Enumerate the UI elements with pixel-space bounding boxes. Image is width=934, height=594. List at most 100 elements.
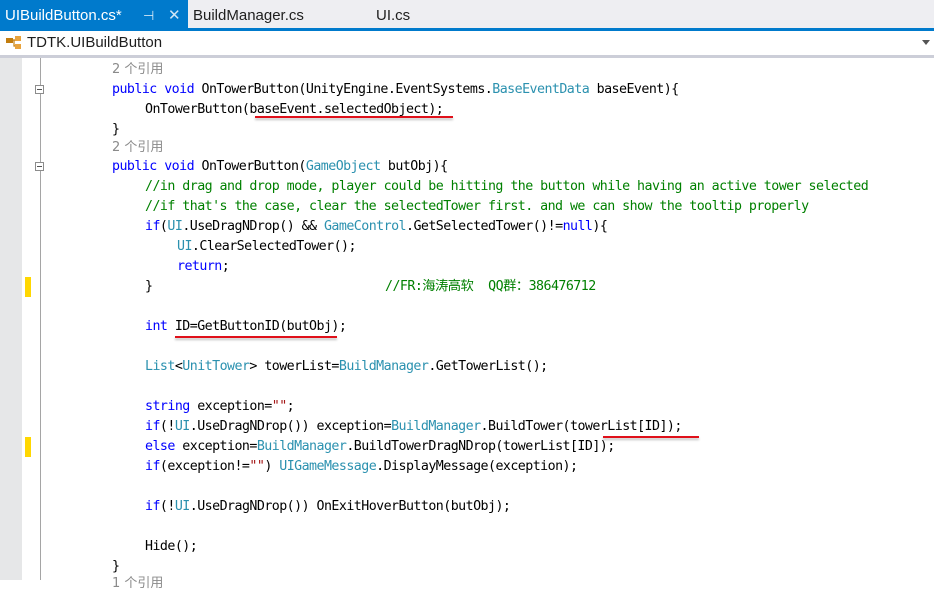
keyword: return bbox=[177, 259, 222, 274]
code-text: ) bbox=[264, 459, 280, 474]
code-text: } bbox=[145, 279, 153, 294]
annotation-underline bbox=[175, 336, 337, 338]
code-text: OnTowerButton( bbox=[194, 159, 306, 174]
keyword: if bbox=[145, 499, 160, 514]
code-text: (! bbox=[159, 499, 175, 514]
document-tab-bar: UIBuildButton.cs* ⊣ ✕ BuildManager.cs UI… bbox=[0, 0, 934, 29]
code-text: exception= bbox=[174, 439, 257, 454]
code-text: > towerList= bbox=[249, 359, 339, 374]
code-text: .UseDragNDrop()) OnExitHoverButton(butOb… bbox=[189, 499, 511, 514]
type-name: BuildManager bbox=[256, 439, 347, 454]
code-text: ; bbox=[286, 399, 295, 414]
tab-uibuildbutton[interactable]: UIBuildButton.cs* ⊣ ✕ bbox=[0, 0, 188, 28]
code-text: ; bbox=[338, 319, 347, 334]
type-name: UnitTower bbox=[182, 359, 250, 374]
keyword: if bbox=[145, 219, 160, 234]
outlining-guide bbox=[40, 58, 41, 580]
keyword: string bbox=[145, 399, 190, 414]
type-name: UI bbox=[177, 239, 192, 254]
code-text: exception= bbox=[189, 399, 272, 414]
code-lens[interactable]: 1 个引用 bbox=[112, 574, 163, 594]
code-text: ); bbox=[428, 102, 444, 117]
code-line: if(exception!="") UIGameMessage.DisplayM… bbox=[145, 457, 578, 477]
code-text: OnTowerButton( bbox=[145, 102, 250, 117]
keyword: public bbox=[112, 82, 157, 97]
code-line: if(!UI.UseDragNDrop()) OnExitHoverButton… bbox=[145, 497, 511, 517]
code-text: ){ bbox=[592, 219, 608, 234]
code-line: return; bbox=[177, 257, 230, 277]
reference-count: 1 个引用 bbox=[112, 576, 164, 591]
collapse-icon[interactable] bbox=[35, 162, 44, 171]
chevron-down-icon[interactable] bbox=[922, 40, 930, 45]
unsaved-change-marker bbox=[25, 437, 31, 457]
code-text: (! bbox=[159, 419, 175, 434]
keyword: if bbox=[145, 419, 160, 434]
reference-count: 2 个引用 bbox=[112, 140, 164, 155]
code-line: UI.ClearSelectedTower(); bbox=[177, 237, 357, 257]
tab-ui[interactable]: UI.cs bbox=[376, 0, 410, 28]
comment-line: //if that's the case, clear the selected… bbox=[145, 199, 809, 214]
type-name: GameObject bbox=[305, 159, 381, 174]
keyword: if bbox=[145, 459, 160, 474]
class-icon bbox=[6, 36, 21, 49]
code-text: baseEvent.selectedObject bbox=[249, 102, 429, 117]
type-name: List bbox=[145, 359, 175, 374]
unsaved-change-marker bbox=[25, 277, 31, 297]
string-literal: "" bbox=[271, 399, 287, 414]
code-text: .UseDragNDrop() && bbox=[182, 219, 324, 234]
type-name: GameControl bbox=[323, 219, 407, 234]
type-navigation-dropdown[interactable]: TDTK.UIBuildButton bbox=[0, 31, 934, 58]
tab-buildmanager[interactable]: BuildManager.cs bbox=[193, 0, 304, 28]
code-text: .GetSelectedTower()!= bbox=[405, 219, 563, 234]
annotation-underline bbox=[255, 116, 453, 118]
code-text: ; bbox=[221, 259, 230, 274]
reference-count: 2 个引用 bbox=[112, 62, 164, 77]
code-text: .UseDragNDrop()) exception= bbox=[189, 419, 392, 434]
type-name: TDTK.UIBuildButton bbox=[27, 34, 163, 51]
code-text: .BuildTower( bbox=[480, 419, 571, 434]
code-text: .ClearSelectedTower(); bbox=[191, 239, 357, 254]
code-line: public void OnTowerButton(UnityEngine.Ev… bbox=[112, 80, 679, 100]
type-name: UI bbox=[174, 419, 190, 434]
code-text: towerList[ID] bbox=[570, 419, 667, 434]
code-line: else exception=BuildManager.BuildTowerDr… bbox=[145, 437, 615, 457]
code-line: List<UnitTower> towerList=BuildManager.G… bbox=[145, 357, 548, 377]
comment-line: //FR:海涛高软 QQ群：386476712 bbox=[385, 279, 596, 294]
code-line: if(!UI.UseDragNDrop()) exception=BuildMa… bbox=[145, 417, 682, 437]
keyword: int bbox=[145, 319, 168, 334]
type-name: BuildManager bbox=[391, 419, 481, 434]
type-name: BuildManager bbox=[338, 359, 429, 374]
collapse-icon[interactable] bbox=[35, 85, 44, 94]
code-text: .DisplayMessage(exception); bbox=[376, 459, 578, 474]
code-text: (exception!= bbox=[159, 459, 250, 474]
code-text: .GetTowerList(); bbox=[428, 359, 548, 374]
keyword: null bbox=[562, 219, 593, 234]
keyword: public bbox=[112, 159, 157, 174]
tab-label: BuildManager.cs bbox=[193, 7, 304, 24]
code-line: } bbox=[112, 122, 120, 137]
code-line: if(UI.UseDragNDrop() && GameControl.GetS… bbox=[145, 217, 608, 237]
annotation-underline bbox=[603, 436, 699, 438]
code-text: baseEvent){ bbox=[589, 82, 680, 97]
code-line: public void OnTowerButton(GameObject but… bbox=[112, 157, 448, 177]
string-literal: "" bbox=[249, 459, 265, 474]
code-line: string exception=""; bbox=[145, 397, 295, 417]
keyword: else bbox=[145, 439, 175, 454]
code-line: } bbox=[145, 277, 153, 297]
code-line: Hide(); bbox=[145, 539, 198, 554]
type-name: UI bbox=[174, 499, 190, 514]
code-text: .BuildTowerDragNDrop(towerList[ID]); bbox=[346, 439, 615, 454]
type-name: BaseEventData bbox=[492, 82, 590, 97]
code-lens[interactable]: 2 个引用 bbox=[112, 138, 163, 158]
keyword: void bbox=[164, 82, 195, 97]
comment-line: //in drag and drop mode, player could be… bbox=[145, 179, 869, 194]
tab-label: UI.cs bbox=[376, 7, 411, 24]
indicator-margin bbox=[0, 58, 22, 580]
code-lens[interactable]: 2 个引用 bbox=[112, 60, 163, 80]
code-line: int ID=GetButtonID(butObj); bbox=[145, 317, 347, 337]
code-text: ); bbox=[666, 419, 682, 434]
code-text: butObj){ bbox=[380, 159, 448, 174]
type-name: UI bbox=[167, 219, 183, 234]
keyword: void bbox=[164, 159, 195, 174]
code-text: OnTowerButton(UnityEngine.EventSystems. bbox=[194, 82, 493, 97]
